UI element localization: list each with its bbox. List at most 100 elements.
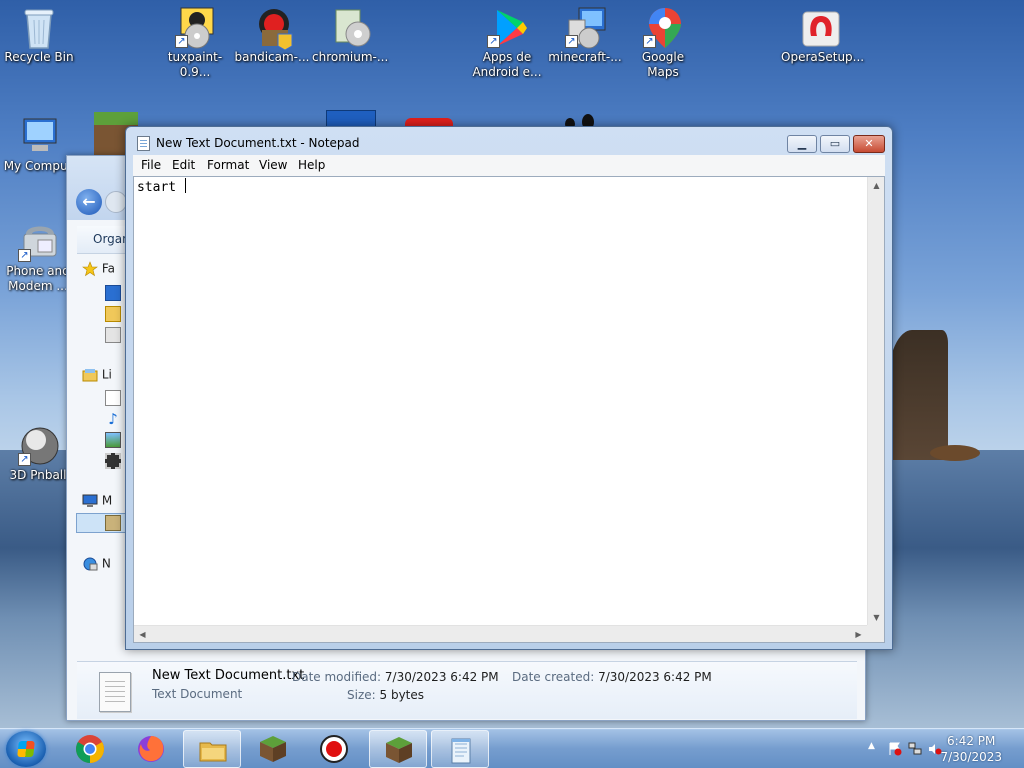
- vertical-scrollbar[interactable]: ▲ ▼: [867, 177, 884, 626]
- system-tray: ▲ 6:42 PM 7/30/2023: [844, 729, 1024, 768]
- menu-file[interactable]: File: [141, 158, 161, 172]
- music-icon[interactable]: ♪: [105, 411, 121, 427]
- nav-computer-label: M: [101, 493, 113, 508]
- minimize-button[interactable]: ▁: [787, 135, 817, 153]
- desktop-icon-google-maps[interactable]: ↗ Google Maps: [625, 6, 701, 80]
- desktop-icon-bandicam[interactable]: bandicam-...: [234, 6, 310, 65]
- taskbar-chrome[interactable]: [61, 730, 119, 768]
- details-file-type: Text Document: [152, 687, 243, 701]
- desktop-icon-label: minecraft-...: [548, 50, 622, 64]
- nav-computer[interactable]: M: [82, 493, 127, 513]
- videos-icon[interactable]: [105, 453, 121, 469]
- desktop-folder-icon[interactable]: [105, 285, 121, 301]
- desktop-icon-recycle-bin[interactable]: Recycle Bin: [1, 6, 77, 65]
- close-button[interactable]: ✕: [853, 135, 885, 153]
- taskbar-bandicam[interactable]: [305, 730, 363, 768]
- desktop-icon-label: 3D Pnball: [9, 468, 67, 482]
- desktop-icon-label: My Comput: [3, 159, 73, 173]
- star-icon: [82, 261, 98, 277]
- pinball-icon: ↗: [18, 424, 59, 466]
- desktop-icon-my-computer[interactable]: My Comput: [0, 115, 76, 174]
- nav-libraries-label: Li: [101, 367, 112, 382]
- recycle-bin-icon: [19, 6, 59, 49]
- menu-edit[interactable]: Edit: [172, 158, 195, 172]
- installer-icon: ↗: [175, 6, 215, 49]
- desktop-icon-chromium[interactable]: chromium-...: [312, 6, 388, 65]
- installer-icon: [330, 6, 371, 47]
- menu-bar: File Edit Format View Help: [133, 155, 885, 176]
- scroll-right-arrow-icon[interactable]: ▶: [850, 626, 867, 643]
- shortcut-arrow-icon: ↗: [487, 35, 500, 48]
- opera-icon: [799, 6, 840, 47]
- scroll-down-arrow-icon[interactable]: ▼: [868, 609, 885, 626]
- google-maps-icon: ↗: [643, 6, 683, 48]
- recent-places-icon[interactable]: [105, 327, 121, 343]
- computer-icon: [82, 493, 98, 509]
- bandicam-icon: [252, 6, 293, 51]
- taskbar-minecraft-running[interactable]: [369, 730, 427, 768]
- maximize-button[interactable]: ▭: [820, 135, 850, 153]
- scroll-left-arrow-icon[interactable]: ◀: [134, 626, 151, 643]
- wallpaper-rock: [930, 445, 980, 461]
- downloads-folder-icon[interactable]: [105, 306, 121, 322]
- action-center-icon[interactable]: [888, 742, 902, 756]
- documents-icon[interactable]: [105, 390, 121, 406]
- show-hidden-icons-button[interactable]: ▲: [868, 741, 875, 751]
- notepad-window[interactable]: New Text Document.txt - Notepad ▁ ▭ ✕ Fi…: [125, 126, 893, 650]
- horizontal-scrollbar[interactable]: ◀ ▶: [134, 625, 867, 642]
- text-editor[interactable]: start ▲ ▼ ◀ ▶: [133, 176, 885, 643]
- notepad-icon: [137, 136, 150, 151]
- menu-view[interactable]: View: [259, 158, 287, 172]
- text-caret: [184, 178, 186, 193]
- nav-network[interactable]: N: [82, 556, 127, 576]
- scrollbar-corner: [867, 625, 884, 642]
- record-icon: [319, 734, 349, 764]
- clock-time: 6:42 PM: [947, 734, 996, 748]
- nav-favorites[interactable]: Fa: [82, 261, 127, 281]
- taskbar-minecraft[interactable]: [244, 730, 302, 768]
- start-button[interactable]: [6, 731, 46, 767]
- nav-network-label: N: [101, 556, 111, 571]
- pictures-icon[interactable]: [105, 432, 121, 448]
- clock-date: 7/30/2023: [940, 750, 1002, 764]
- nav-favorites-label: Fa: [101, 261, 115, 276]
- taskbar-firefox[interactable]: [122, 730, 180, 768]
- desktop-icon-tuxpaint[interactable]: ↗ tuxpaint-0.9...: [157, 6, 233, 80]
- taskbar-explorer[interactable]: [183, 730, 241, 768]
- wallpaper-cliff: [888, 330, 948, 460]
- notepad-icon: [446, 735, 476, 765]
- desktop-icon-opera-setup[interactable]: OperaSetup...: [781, 6, 864, 65]
- desktop-icon-label: tuxpaint-0.9...: [167, 50, 223, 79]
- desktop-icon-minecraft[interactable]: ↗ minecraft-...: [547, 6, 623, 65]
- details-date-modified: Date modified: 7/30/2023 6:42 PM: [292, 670, 499, 684]
- desktop-icon-label: Google Maps: [641, 50, 685, 79]
- back-button[interactable]: ←: [76, 189, 102, 215]
- desktop-icon-google-play[interactable]: ↗ Apps de Android e...: [469, 6, 545, 80]
- chrome-icon: [75, 734, 105, 764]
- installer-icon: ↗: [565, 6, 606, 49]
- details-size: Size: 5 bytes: [347, 688, 425, 702]
- details-pane: New Text Document.txt Text Document Date…: [77, 661, 857, 719]
- desktop-icon-phone-modem[interactable]: ↗ Phone and Modem ...: [0, 220, 76, 294]
- drive-icon: [105, 515, 121, 531]
- menu-help[interactable]: Help: [298, 158, 325, 172]
- desktop-icon-label: Recycle Bin: [4, 50, 74, 64]
- shortcut-arrow-icon: ↗: [565, 35, 578, 48]
- desktop-icon-3d-pinball[interactable]: ↗ 3D Pnball: [0, 424, 76, 483]
- forward-button[interactable]: [105, 191, 127, 213]
- taskbar-clock[interactable]: 6:42 PM 7/30/2023: [940, 733, 1002, 765]
- network-icon: [82, 556, 98, 572]
- taskbar-notepad[interactable]: [431, 730, 489, 768]
- editor-text: start: [137, 178, 186, 195]
- phone-icon: ↗: [18, 220, 58, 262]
- nav-libraries[interactable]: Li: [82, 367, 127, 387]
- menu-format[interactable]: Format: [207, 158, 249, 172]
- shortcut-arrow-icon: ↗: [18, 453, 31, 466]
- details-file-name: New Text Document.txt: [152, 668, 305, 683]
- folder-icon: [198, 735, 228, 765]
- scroll-up-arrow-icon[interactable]: ▲: [868, 177, 885, 194]
- window-title: New Text Document.txt - Notepad: [156, 136, 360, 150]
- shortcut-arrow-icon: ↗: [643, 35, 656, 48]
- shortcut-arrow-icon: ↗: [175, 35, 188, 48]
- network-tray-icon[interactable]: [908, 742, 922, 756]
